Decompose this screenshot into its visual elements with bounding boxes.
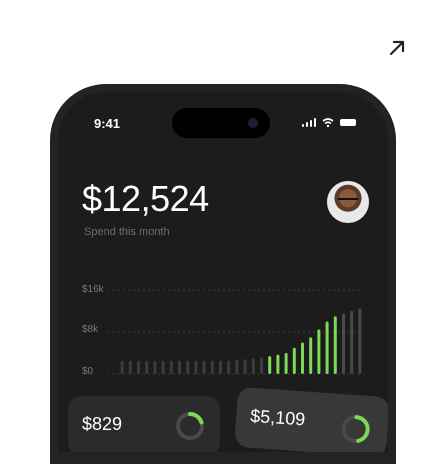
chart-bar xyxy=(128,360,132,374)
chart-bar xyxy=(260,357,263,374)
balance-amount: $12,524 xyxy=(82,178,209,219)
chart-bar xyxy=(235,359,239,374)
chart-bar xyxy=(186,360,190,374)
chart-bar xyxy=(153,360,157,374)
progress-ring-icon xyxy=(176,412,204,440)
avatar[interactable] xyxy=(327,181,369,223)
chart-bar xyxy=(137,360,140,374)
chart-bar xyxy=(227,360,231,374)
y-tick-label: $8k xyxy=(82,324,99,335)
battery-icon xyxy=(340,119,356,126)
chart-bar xyxy=(268,356,272,374)
chart-bar xyxy=(202,360,206,374)
chart-bar xyxy=(358,308,362,374)
spend-card[interactable]: $5,109 xyxy=(234,386,388,452)
chart-bar xyxy=(350,311,354,374)
chart-bar xyxy=(161,360,165,374)
status-icons xyxy=(301,118,356,127)
balance-subtitle: Spend this month xyxy=(84,226,170,238)
chart-bar xyxy=(194,360,198,374)
spend-card[interactable]: $829 xyxy=(68,396,220,452)
avatar-glasses xyxy=(338,198,358,204)
chart-bar xyxy=(276,354,280,374)
chart-bar xyxy=(219,360,222,374)
spend-chart-svg xyxy=(108,289,364,375)
chart-bar xyxy=(301,342,304,374)
chart-bar xyxy=(251,358,255,374)
spend-chart: $16k $8k $0 xyxy=(78,278,368,388)
card-value: $829 xyxy=(82,414,123,434)
chart-bar xyxy=(325,321,329,374)
progress-ring-icon xyxy=(341,415,370,444)
status-time: 9:41 xyxy=(94,116,121,131)
chart-bar xyxy=(292,347,296,374)
chart-bar xyxy=(284,353,288,374)
card-value: $5,109 xyxy=(249,405,306,430)
open-external-arrow-icon[interactable] xyxy=(385,36,409,60)
chart-bar xyxy=(178,360,181,374)
chart-bar xyxy=(243,359,247,374)
chart-bar xyxy=(210,360,214,374)
camera-icon xyxy=(248,118,258,128)
dynamic-island xyxy=(172,108,270,138)
wifi-icon xyxy=(322,118,334,127)
chart-bar xyxy=(145,360,149,374)
chart-bar xyxy=(309,337,313,374)
chart-bar xyxy=(333,316,337,374)
chart-bar xyxy=(342,313,345,374)
signal-icon xyxy=(301,118,316,127)
phone-screen: 9:41 $12,524 Spend this month $16k $8k $… xyxy=(58,92,388,452)
chart-bar xyxy=(120,360,124,374)
y-tick-label: $0 xyxy=(82,366,94,377)
y-tick-label: $16k xyxy=(82,284,104,295)
chart-bar xyxy=(317,329,321,374)
chart-bar xyxy=(169,360,173,374)
